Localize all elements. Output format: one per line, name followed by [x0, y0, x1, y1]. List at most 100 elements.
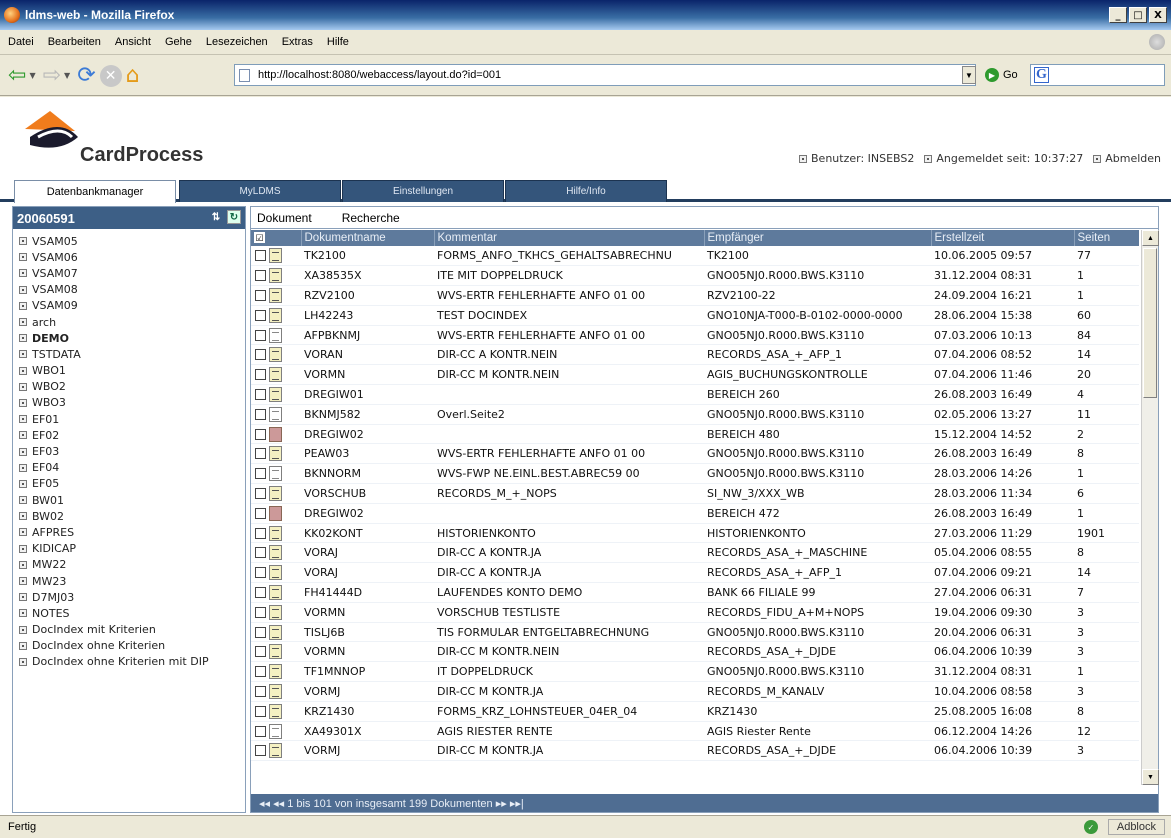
cell-seiten[interactable]: 8 [1074, 701, 1139, 722]
cell-seiten[interactable]: 1 [1074, 285, 1139, 306]
cell-seiten[interactable]: 8 [1074, 443, 1139, 465]
cell-dokumentname[interactable]: VORAJ [301, 542, 434, 564]
text-document-icon[interactable] [269, 327, 282, 343]
logout-link[interactable]: Abmelden [1093, 152, 1161, 165]
cell-empfaenger[interactable]: GNO05NJ0.R000.BWS.K3110 [704, 661, 931, 683]
cell-erstellzeit[interactable]: 28.03.2006 14:26 [931, 463, 1074, 485]
cell-erstellzeit[interactable]: 24.09.2004 16:21 [931, 285, 1074, 306]
cell-empfaenger[interactable]: GNO05NJ0.R000.BWS.K3110 [704, 404, 931, 425]
cell-erstellzeit[interactable]: 06.12.2004 14:26 [931, 721, 1074, 742]
document-icon[interactable] [269, 584, 282, 600]
cell-empfaenger[interactable]: BEREICH 260 [704, 384, 931, 405]
cell-seiten[interactable]: 8 [1074, 542, 1139, 564]
image-document-icon[interactable] [269, 426, 282, 442]
text-document-icon[interactable] [269, 466, 282, 482]
sidebar-item-label[interactable]: MW22 [32, 558, 66, 571]
cell-seiten[interactable]: 3 [1074, 740, 1139, 762]
table-row[interactable]: VORSCHUB RECORDS_M_+_NOPS SI_NW_3/XXX_WB 28… [251, 483, 1139, 504]
cell-empfaenger[interactable]: RZV2100-22 [704, 285, 931, 306]
sidebar-item[interactable]: EF03 [13, 443, 245, 459]
row-checkbox[interactable] [255, 369, 266, 381]
sidebar-item[interactable]: BW01 [13, 492, 245, 508]
sidebar-item[interactable]: EF05 [13, 476, 245, 492]
row-checkbox[interactable] [255, 408, 266, 420]
sidebar-item-label[interactable]: BW02 [32, 510, 64, 523]
table-row[interactable]: XA38535X ITE MIT DOPPELDRUCK GNO05NJ0.R000… [251, 265, 1139, 287]
row-checkbox[interactable] [255, 547, 266, 559]
table-row[interactable]: FH41444D LAUFENDES KONTO DEMO BANK 66 FILI… [251, 582, 1139, 603]
sidebar-item[interactable]: NOTES [13, 605, 245, 621]
document-icon[interactable] [269, 485, 282, 501]
cell-erstellzeit[interactable]: 10.04.2006 08:58 [931, 681, 1074, 702]
sidebar-item-label[interactable]: DocIndex ohne Kriterien mit DIP [32, 655, 209, 668]
adblock-button[interactable]: Adblock [1107, 819, 1165, 835]
row-checkbox[interactable] [255, 646, 266, 658]
cell-kommentar[interactable]: ITE MIT DOPPELDRUCK [434, 265, 704, 287]
sidebar-item[interactable]: VSAM09 [13, 298, 245, 314]
sidebar-item-label[interactable]: VSAM07 [32, 267, 78, 280]
table-row[interactable]: TK2100 FORMS_ANFO_TKHCS_GEHALTSABRECHNU TK… [251, 246, 1139, 267]
document-icon[interactable] [269, 545, 282, 561]
cell-seiten[interactable]: 1 [1074, 661, 1139, 683]
sidebar-item[interactable]: BW02 [13, 508, 245, 524]
cell-empfaenger[interactable]: SI_NW_3/XXX_WB [704, 483, 931, 504]
sidebar-item-label[interactable]: BW01 [32, 494, 64, 507]
menu-ansicht[interactable]: Ansicht [115, 36, 151, 48]
cell-empfaenger[interactable]: BEREICH 472 [704, 503, 931, 524]
sidebar-item[interactable]: VSAM07 [13, 265, 245, 281]
sidebar-item[interactable]: KIDICAP [13, 541, 245, 557]
document-icon[interactable] [269, 307, 282, 323]
col-seiten[interactable]: Seiten [1074, 230, 1139, 246]
cell-seiten[interactable]: 1901 [1074, 523, 1139, 544]
cell-erstellzeit[interactable]: 07.04.2006 09:21 [931, 562, 1074, 584]
sidebar-item[interactable]: VSAM06 [13, 249, 245, 265]
sidebar-item-label[interactable]: VSAM06 [32, 251, 78, 264]
document-icon[interactable] [269, 386, 282, 402]
row-checkbox[interactable] [255, 250, 266, 262]
cell-erstellzeit[interactable]: 27.04.2006 06:31 [931, 582, 1074, 603]
cell-kommentar[interactable]: WVS-ERTR FEHLERHAFTE ANFO 01 00 [434, 285, 704, 306]
table-row[interactable]: TISLJ6B TIS FORMULAR ENTGELTABRECHNUNG GNO… [251, 622, 1139, 643]
sidebar-item[interactable]: DocIndex mit Kriterien [13, 622, 245, 638]
row-checkbox[interactable] [255, 685, 266, 697]
cell-seiten[interactable]: 7 [1074, 582, 1139, 603]
sidebar-item[interactable]: DocIndex ohne Kriterien mit DIP [13, 654, 245, 670]
back-button[interactable]: ⇦ ▼ [8, 63, 39, 88]
row-checkbox[interactable] [255, 586, 266, 598]
url-dropdown-icon[interactable]: ▼ [962, 66, 976, 84]
document-icon[interactable] [269, 624, 282, 640]
close-button[interactable]: X [1149, 7, 1167, 23]
menu-datei[interactable]: Datei [8, 36, 34, 48]
document-icon[interactable] [269, 703, 282, 719]
cell-dokumentname[interactable]: FH41444D [301, 582, 434, 603]
cell-erstellzeit[interactable]: 26.08.2003 16:49 [931, 384, 1074, 405]
row-checkbox[interactable] [255, 705, 266, 717]
sidebar-item-label[interactable]: DocIndex mit Kriterien [32, 623, 156, 636]
sidebar-item[interactable]: WBO3 [13, 395, 245, 411]
row-checkbox[interactable] [255, 567, 266, 579]
cell-kommentar[interactable]: FORMS_ANFO_TKHCS_GEHALTSABRECHNU [434, 246, 704, 267]
cell-kommentar[interactable]: TIS FORMULAR ENTGELTABRECHNUNG [434, 622, 704, 643]
cell-dokumentname[interactable]: RZV2100 [301, 285, 434, 306]
sidebar-item[interactable]: WBO2 [13, 379, 245, 395]
cell-empfaenger[interactable]: GNO05NJ0.R000.BWS.K3110 [704, 325, 931, 346]
cell-kommentar[interactable]: WVS-ERTR FEHLERHAFTE ANFO 01 00 [434, 325, 704, 346]
sidebar-item[interactable]: DEMO [13, 330, 245, 346]
sidebar-item-label[interactable]: D7MJ03 [32, 591, 74, 604]
text-document-icon[interactable] [269, 406, 282, 422]
refresh-icon[interactable]: ↻ [227, 210, 241, 224]
forward-dropdown-icon[interactable]: ▼ [64, 71, 70, 80]
cell-dokumentname[interactable]: KK02KONT [301, 523, 434, 544]
minimize-button[interactable]: _ [1109, 7, 1127, 23]
cell-erstellzeit[interactable]: 05.04.2006 08:55 [931, 542, 1074, 564]
document-icon[interactable] [269, 604, 282, 620]
row-checkbox[interactable] [255, 725, 266, 737]
table-row[interactable]: DREGIW02 BEREICH 480 15.12.2004 14:52 2 [251, 424, 1139, 445]
sidebar-item-label[interactable]: VSAM05 [32, 235, 78, 248]
cell-dokumentname[interactable]: VORMJ [301, 740, 434, 762]
cell-empfaenger[interactable]: RECORDS_ASA_+_AFP_1 [704, 344, 931, 366]
sidebar-item[interactable]: MW23 [13, 573, 245, 589]
row-checkbox[interactable] [255, 270, 266, 282]
sidebar-item[interactable]: VSAM05 [13, 233, 245, 249]
menu-bearbeiten[interactable]: Bearbeiten [48, 36, 101, 48]
